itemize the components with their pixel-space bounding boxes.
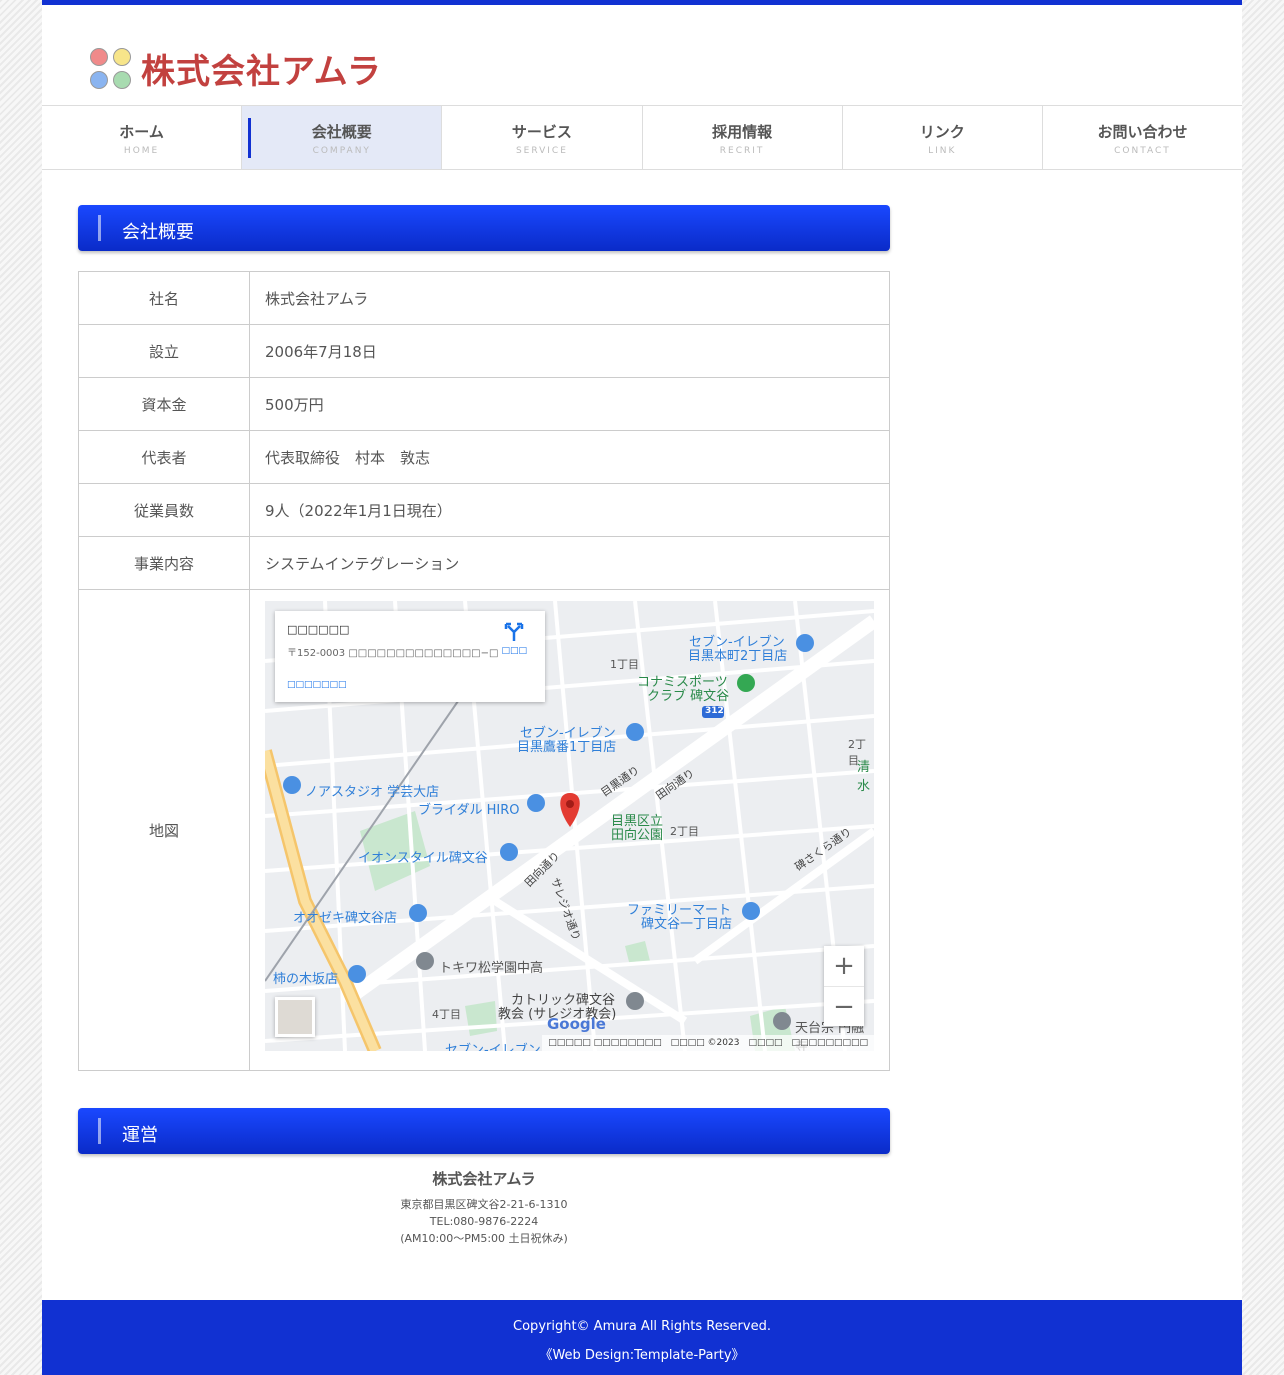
nav-sublabel: LINK [928,146,957,156]
nav-label: お問い合わせ [1097,123,1188,141]
nav-item-service[interactable]: サービス SERVICE [442,106,643,169]
nav-sublabel: HOME [123,146,160,156]
table-row: 従業員数 9人（2022年1月1日現在） [78,483,890,537]
section-heading-operation: 運営 [78,1108,890,1154]
company-contact: 株式会社アムラ 東京都目黒区碑文谷2-21-6-1310 TEL:080-987… [78,1168,890,1246]
footer-copyright: Copyright© Amura All Rights Reserved. [513,1319,771,1334]
nav-sublabel: SERVICE [515,146,568,156]
row-key: 資本金 [78,377,250,431]
table-row: 事業内容 システムインテグレーション [78,536,890,590]
satellite-thumbnail [278,1000,312,1034]
footer-credit-link[interactable]: 《Web Design:Template-Party》 [42,1344,1242,1363]
nav-label: ホーム [119,123,164,141]
logo-dot [113,71,131,89]
section-title: 会社概要 [122,222,194,243]
directions-icon [504,622,524,641]
top-accent-bar [42,0,1242,5]
place-name: □□□□□□ [287,623,350,636]
company-hours: (AM10:00〜PM5:00 土日祝休み) [400,1232,568,1245]
company-info-table: 社名 株式会社アムラ 設立 2006年7月18日 資本金 500万円 代表者 代… [78,271,890,1071]
row-value: システムインテグレーション [249,536,890,590]
nav-label: 会社概要 [311,123,372,141]
nav-item-home[interactable]: ホーム HOME [42,106,243,169]
table-row: 社名 株式会社アムラ [78,271,890,325]
map-info-card: □□□□□□ 〒152-0003 □□□□□□□□□□□□□□−□ □□□□□□… [275,611,545,702]
table-row: 設立 2006年7月18日 [78,324,890,378]
page: 株式会社アムラ ホーム HOME 会社概要 COMPANY サービス SERVI… [42,0,1242,1375]
main-nav: ホーム HOME 会社概要 COMPANY サービス SERVICE 採用情報 … [42,105,1242,170]
nav-label: サービス [511,123,572,141]
directions-label: □□□ [501,646,527,656]
place-address: 〒152-0003 □□□□□□□□□□□□□□−□ [287,648,499,659]
nav-item-recruit[interactable]: 採用情報 RECRIT [643,106,843,169]
row-value: 9人（2022年1月1日現在） [249,483,890,537]
nav-sublabel: CONTACT [1114,146,1171,156]
nav-label: リンク [919,123,965,141]
nav-item-company[interactable]: 会社概要 COMPANY [242,106,443,169]
row-key: 地図 [78,589,250,1071]
google-map[interactable]: セブン-イレブン 目黒本町2丁目店 1丁目 コナミスポーツ クラブ 碑文谷 31… [265,601,874,1051]
row-key: 代表者 [78,430,250,484]
zoom-in-button[interactable]: + [824,946,864,986]
table-row: 資本金 500万円 [78,377,890,431]
company-name: 株式会社アムラ [432,1170,536,1188]
row-value: 代表取締役 村本 敦志 [249,430,890,484]
zoom-controls: + − [824,946,864,1026]
nav-item-contact[interactable]: お問い合わせ CONTACT [1043,106,1242,169]
logo-dots-icon [90,48,131,89]
company-tel: TEL:080-9876-2224 [429,1215,539,1228]
nav-sublabel: RECRIT [719,146,765,156]
google-logo: Google [547,1015,606,1033]
table-row: 代表者 代表取締役 村本 敦志 [78,430,890,484]
map-type-toggle[interactable] [275,997,315,1037]
nav-item-link[interactable]: リンク LINK [843,106,1043,169]
site-logo[interactable]: 株式会社アムラ [90,44,382,93]
section-heading-company: 会社概要 [78,205,890,251]
nav-sublabel: COMPANY [312,146,371,156]
row-key: 従業員数 [78,483,250,537]
directions-button[interactable]: □□□ [501,621,527,656]
footer: Copyright© Amura All Rights Reserved. 《W… [42,1300,1242,1375]
section-title: 運営 [122,1125,158,1146]
logo-dot [113,48,131,66]
map-cell: セブン-イレブン 目黒本町2丁目店 1丁目 コナミスポーツ クラブ 碑文谷 31… [249,589,890,1071]
zoom-out-button[interactable]: − [824,986,864,1027]
table-row: 地図 セブン-イレブン 目黒本町2丁目店 1丁目 コナミスポーツ クラブ 碑文谷… [78,589,890,1071]
row-value: 500万円 [249,377,890,431]
row-value: 株式会社アムラ [249,271,890,325]
row-value: 2006年7月18日 [249,324,890,378]
row-key: 設立 [78,324,250,378]
logo-dot [90,48,108,66]
row-key: 事業内容 [78,536,250,590]
nav-label: 採用情報 [712,123,773,141]
map-attribution: □□□□□ □□□□□□□□ □□□□ ©2023 □□□□ □□□□□□□□□ [542,1035,874,1051]
row-key: 社名 [78,271,250,325]
larger-map-link[interactable]: □□□□□□□ [287,680,347,690]
logo-dot [90,71,108,89]
company-address: 東京都目黒区碑文谷2-21-6-1310 [400,1198,568,1211]
logo-text: 株式会社アムラ [141,52,382,92]
